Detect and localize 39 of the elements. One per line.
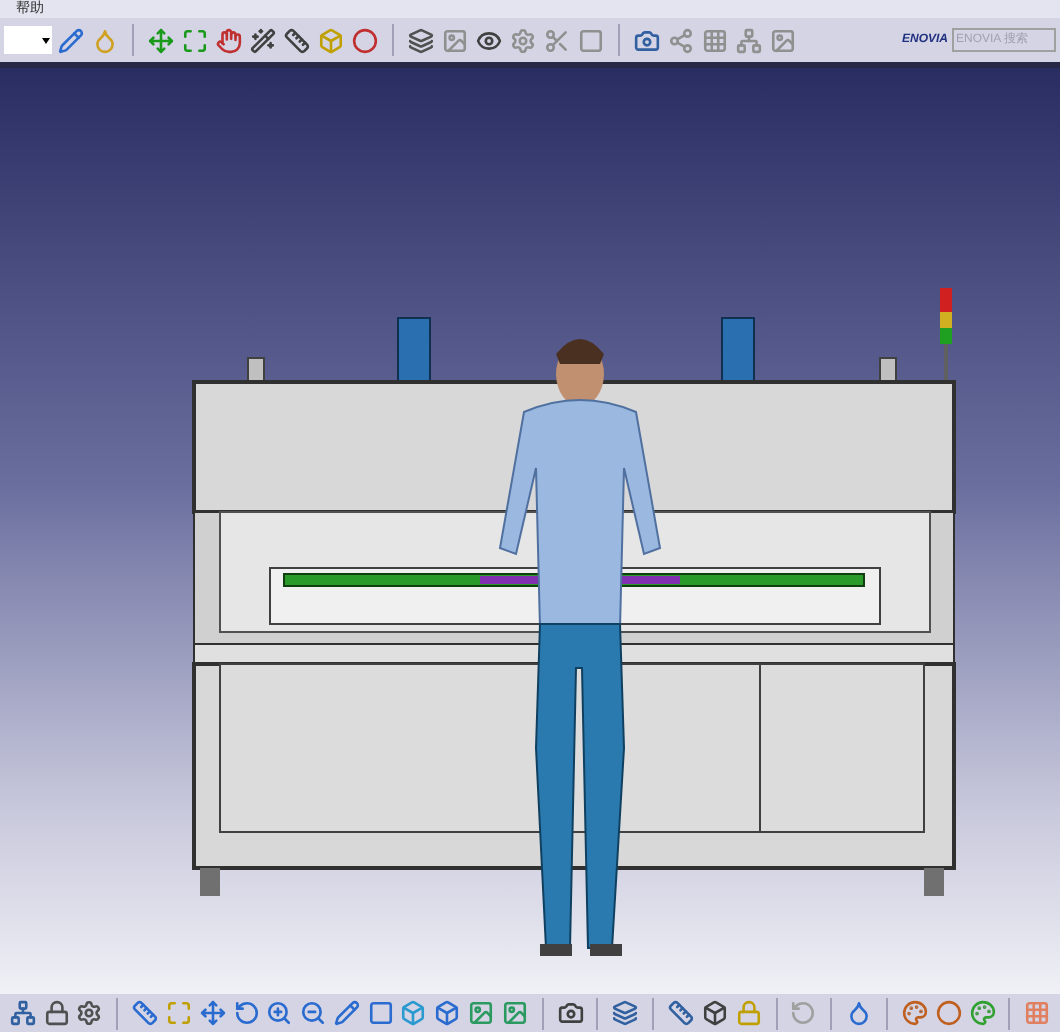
gear-icon[interactable] [75, 998, 105, 1028]
layers-icon[interactable] [406, 25, 436, 55]
zoom-in-icon[interactable] [264, 998, 295, 1028]
image-icon[interactable] [466, 998, 496, 1028]
layers-icon[interactable] [610, 998, 641, 1028]
picture-icon[interactable] [768, 25, 798, 55]
lock-icon[interactable] [41, 998, 72, 1028]
wand-icon[interactable] [248, 25, 278, 55]
rotate-icon[interactable] [231, 998, 261, 1028]
share-icon[interactable] [666, 25, 696, 55]
ruler-icon[interactable] [282, 25, 312, 55]
image-icon[interactable] [499, 998, 530, 1028]
move-icon[interactable] [146, 25, 176, 55]
pencil-icon[interactable] [56, 25, 86, 55]
ruler-icon[interactable] [666, 998, 696, 1028]
cut-icon[interactable] [542, 25, 572, 55]
network-icon[interactable] [734, 25, 764, 55]
palette-icon[interactable] [900, 998, 930, 1028]
cube-icon[interactable] [399, 998, 429, 1028]
camera-icon[interactable] [555, 998, 585, 1028]
rotate-icon[interactable] [789, 998, 819, 1028]
circle-icon[interactable] [933, 998, 964, 1028]
ruler-icon[interactable] [130, 998, 161, 1028]
grid-icon[interactable] [700, 25, 730, 55]
caret-icon [42, 37, 50, 43]
pencil-icon[interactable] [332, 998, 362, 1028]
frame-icon[interactable] [576, 25, 606, 55]
circle-icon[interactable] [350, 25, 380, 55]
palette-icon[interactable] [967, 998, 997, 1028]
tree-icon[interactable] [8, 998, 38, 1028]
zoom-out-icon[interactable] [298, 998, 329, 1028]
move-icon[interactable] [197, 998, 228, 1028]
square-icon[interactable] [365, 998, 396, 1028]
fit-icon[interactable] [180, 25, 210, 55]
hand-icon[interactable] [214, 25, 244, 55]
grid-icon[interactable] [1022, 998, 1053, 1028]
camera-icon[interactable] [632, 25, 662, 55]
cube-icon[interactable] [432, 998, 463, 1028]
dropdown-field[interactable] [4, 26, 52, 54]
